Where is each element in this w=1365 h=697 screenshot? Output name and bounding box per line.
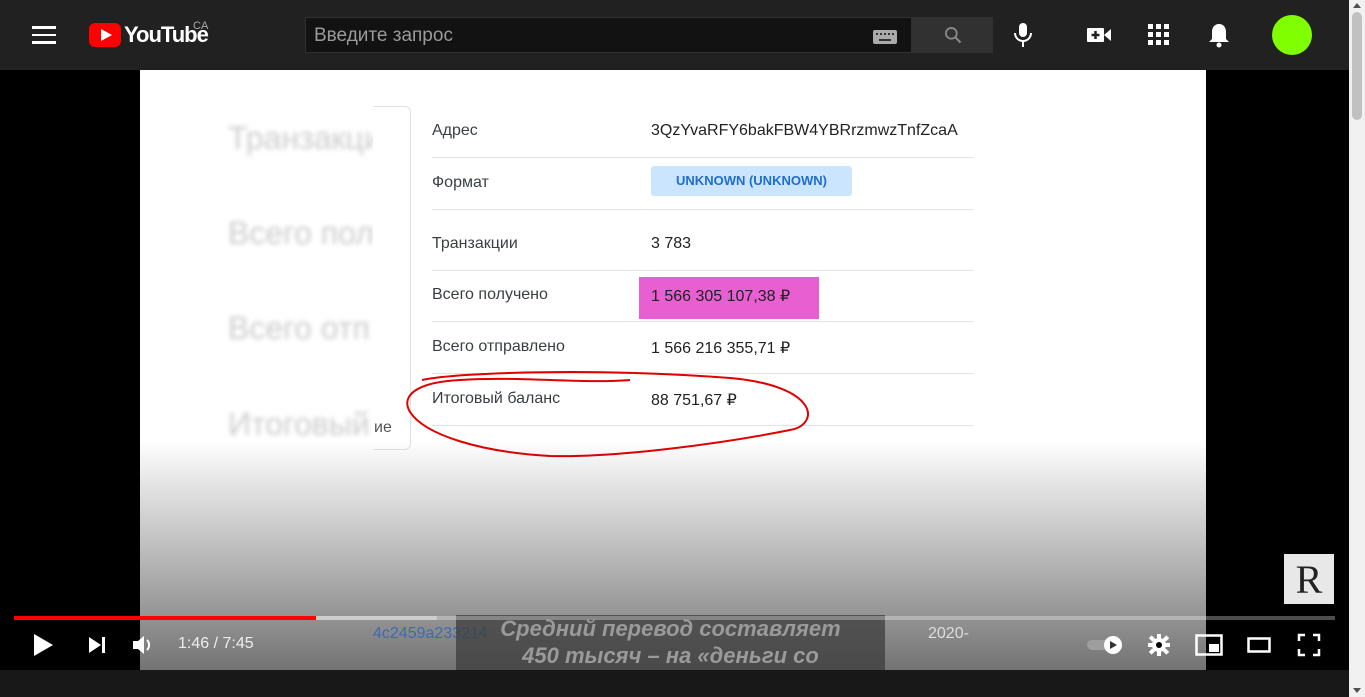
scrollbar-thumb[interactable] <box>1352 12 1362 120</box>
region-code: CA <box>193 20 209 32</box>
apps-icon <box>1148 24 1169 45</box>
row-label: Адрес <box>432 122 478 139</box>
miniplayer-icon <box>1195 634 1223 656</box>
row-value: 3QzYvaRFY6bakFBW4YBRrzmwzTnfZcaA <box>651 122 958 139</box>
progress-played <box>14 616 316 620</box>
play-button[interactable] <box>28 630 58 660</box>
create-video-icon <box>1087 28 1111 42</box>
progress-bar[interactable] <box>14 616 1335 620</box>
fullscreen-icon <box>1297 633 1321 657</box>
row-label: Всего отправлено <box>432 338 565 355</box>
video-player[interactable]: Транзакци Всего пол Всего отп Итоговый и… <box>0 70 1349 670</box>
autoplay-toggle[interactable] <box>1086 632 1124 658</box>
theater-mode-button[interactable] <box>1244 630 1274 660</box>
next-icon <box>89 637 105 653</box>
page-scrollbar[interactable] <box>1349 0 1365 697</box>
voice-search-button[interactable] <box>1008 20 1038 50</box>
row-label: Формат <box>432 174 489 191</box>
video-frame[interactable]: Транзакци Всего пол Всего отп Итоговый и… <box>140 70 1206 670</box>
apps-button[interactable] <box>1144 20 1174 50</box>
fullscreen-button[interactable] <box>1294 630 1324 660</box>
miniplayer-button[interactable] <box>1194 630 1224 660</box>
table-row: Адрес 3QzYvaRFY6bakFBW4YBRrzmwzTnfZcaA <box>432 106 973 158</box>
scroll-up-icon[interactable] <box>1353 3 1361 8</box>
format-badge: UNKNOWN (UNKNOWN) <box>651 166 852 196</box>
blurred-label: Всего пол <box>228 215 374 251</box>
play-icon <box>34 634 53 656</box>
notifications-button[interactable] <box>1204 20 1234 50</box>
mic-icon <box>1014 23 1032 47</box>
gear-icon <box>1148 634 1170 656</box>
mute-button[interactable] <box>128 630 158 660</box>
row-label: Всего получено <box>432 286 548 303</box>
next-button[interactable] <box>82 630 112 660</box>
transaction-date: 2020- <box>928 625 969 642</box>
card-edge-text: ие <box>374 419 392 436</box>
autoplay-icon <box>1087 636 1122 654</box>
settings-button[interactable] <box>1144 630 1174 660</box>
below-player <box>0 670 1349 697</box>
keyboard-icon[interactable] <box>873 30 897 44</box>
avatar[interactable] <box>1272 15 1312 55</box>
youtube-play-icon <box>89 23 121 47</box>
table-row: Всего отправлено 1 566 216 355,71 ₽ <box>432 322 973 374</box>
search-input[interactable] <box>306 18 866 54</box>
caption-line: 450 тысяч – на «деньги со <box>522 643 819 668</box>
row-value: 1 566 305 107,38 ₽ <box>651 288 791 305</box>
notifications-icon <box>1209 24 1229 48</box>
time-display: 1:46 / 7:45 <box>178 635 254 652</box>
channel-watermark[interactable]: R <box>1284 554 1334 604</box>
volume-icon <box>133 636 151 654</box>
table-row: Всего получено 1 566 305 107,38 ₽ <box>432 270 973 322</box>
search-icon <box>944 27 961 44</box>
masthead: YouTube CA <box>0 0 1349 70</box>
blurred-label: Транзакци <box>228 120 382 156</box>
youtube-logo[interactable]: YouTube CA <box>89 20 209 48</box>
theater-icon <box>1247 637 1271 653</box>
table-row: Транзакции 3 783 <box>432 219 973 271</box>
row-label: Транзакции <box>432 235 518 252</box>
row-value: 3 783 <box>651 235 692 252</box>
scroll-down-icon[interactable] <box>1353 688 1361 693</box>
search-box <box>305 17 912 54</box>
search-button[interactable] <box>912 17 993 53</box>
table-row: Формат UNKNOWN (UNKNOWN) <box>432 158 973 210</box>
caption-box: Средний перевод составляет 450 тысяч – н… <box>456 615 885 670</box>
menu-icon[interactable] <box>32 26 56 44</box>
create-button[interactable] <box>1084 20 1114 50</box>
row-value: 1 566 216 355,71 ₽ <box>651 340 791 357</box>
blurred-label: Всего отп <box>228 310 370 346</box>
blurred-label: Итоговый <box>228 406 370 442</box>
